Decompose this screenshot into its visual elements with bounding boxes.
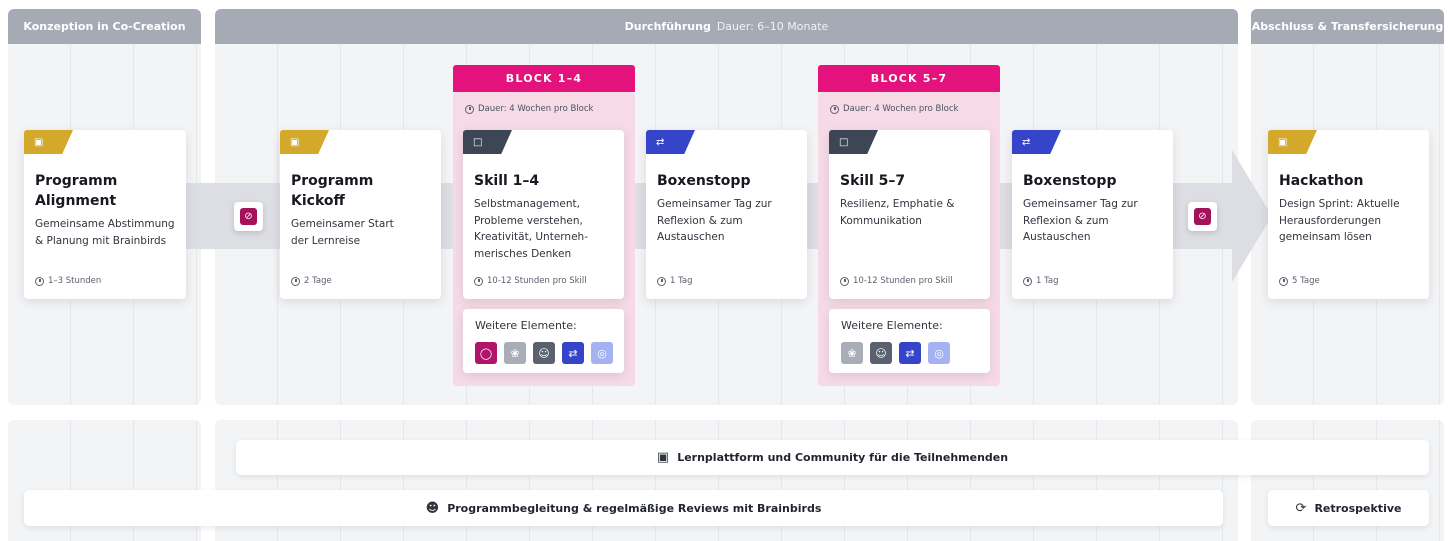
- card-duration-text: 2 Tage: [304, 276, 332, 286]
- card-duration-text: 1–3 Stunden: [48, 276, 102, 286]
- card-title: Skill 5–7: [840, 173, 906, 189]
- monitor-icon: □: [463, 130, 512, 154]
- card-description: Design Sprint: Aktuelle Herausforderunge…: [1279, 198, 1400, 243]
- phase-title: Konzeption in Co-Creation: [23, 20, 186, 33]
- further-elements-icons: ❀ ☺ ⇄ ◎: [841, 342, 950, 364]
- card-title: Boxenstopp: [1023, 173, 1117, 189]
- compass-icon: ⊘: [1194, 208, 1211, 225]
- card-title: Programm Kickoff: [291, 173, 374, 209]
- card-duration-text: 1 Tag: [1036, 276, 1059, 286]
- phase-duration: Dauer: 6–10 Monate: [716, 20, 829, 33]
- card-programm-alignment[interactable]: ▣ Programm Alignment Gemeinsame Abstimmu…: [24, 130, 186, 299]
- person-icon[interactable]: ☺: [533, 342, 555, 364]
- block-label: BLOCK 1–4: [453, 65, 635, 92]
- card-title: Programm Alignment: [35, 173, 118, 209]
- further-elements-label: Weitere Elemente:: [475, 319, 577, 332]
- users-icon: ☻: [425, 500, 440, 516]
- card-description: Resilienz, Emphatie & Kommunikation: [840, 198, 955, 227]
- programmbegleitung-label: Programmbegleitung & regelmäßige Reviews…: [447, 501, 822, 515]
- card-duration-text: 1 Tag: [670, 276, 693, 286]
- brain-icon[interactable]: ❀: [841, 342, 863, 364]
- block-label: BLOCK 5–7: [818, 65, 1000, 92]
- block-duration-text: Dauer: 4 Wochen pro Block: [478, 104, 594, 114]
- target-icon[interactable]: ◎: [928, 342, 950, 364]
- swap-icon: ⇄: [1012, 130, 1061, 154]
- chat-icon: ▣: [656, 450, 670, 465]
- programmbegleitung-bar[interactable]: ☻ Programmbegleitung & regelmäßige Revie…: [24, 490, 1223, 526]
- retrospektive-bar[interactable]: ⟳ Retrospektive: [1268, 490, 1429, 526]
- card-duration-text: 5 Tage: [1292, 276, 1320, 286]
- card-programm-kickoff[interactable]: ▣ Programm Kickoff Gemeinsamer Start der…: [280, 130, 441, 299]
- calendar-icon: ▣: [24, 130, 73, 154]
- card-duration: 10-12 Stunden pro Skill: [474, 276, 587, 286]
- further-elements-1: Weitere Elemente: ◯ ❀ ☺ ⇄ ◎: [463, 309, 624, 373]
- card-duration-text: 10-12 Stunden pro Skill: [487, 276, 587, 286]
- milestone-compass-1[interactable]: ⊘: [234, 202, 263, 231]
- lernplattform-label: Lernplattform und Community für die Teil…: [677, 451, 1009, 464]
- card-description: Selbstmanagement, Probleme verstehen, Kr…: [474, 198, 588, 260]
- card-duration: 1 Tag: [1023, 276, 1059, 286]
- card-duration: 2 Tage: [291, 276, 332, 286]
- swap-icon[interactable]: ⇄: [899, 342, 921, 364]
- phase-header-abschluss: Abschluss & Transfersicherung: [1251, 9, 1444, 44]
- card-boxenstopp-1[interactable]: ⇄ Boxenstopp Gemeinsamer Tag zur Reflexi…: [646, 130, 807, 299]
- compass-icon: ⊘: [240, 208, 257, 225]
- flow-arrowhead: [1232, 150, 1272, 282]
- swap-icon: ⇄: [646, 130, 695, 154]
- block-duration-text: Dauer: 4 Wochen pro Block: [843, 104, 959, 114]
- phase-header-konzeption: Konzeption in Co-Creation: [8, 9, 201, 44]
- refresh-icon: ⟳: [1295, 500, 1307, 516]
- card-boxenstopp-2[interactable]: ⇄ Boxenstopp Gemeinsamer Tag zur Reflexi…: [1012, 130, 1173, 299]
- card-duration: 1 Tag: [657, 276, 693, 286]
- card-title: Hackathon: [1279, 173, 1364, 189]
- card-duration: 1–3 Stunden: [35, 276, 101, 286]
- lightbulb-icon[interactable]: ◯: [475, 342, 497, 364]
- further-elements-2: Weitere Elemente: ❀ ☺ ⇄ ◎: [829, 309, 990, 373]
- card-duration: 5 Tage: [1279, 276, 1320, 286]
- clock-icon: [465, 104, 474, 114]
- phase-title: Abschluss & Transfersicherung: [1251, 20, 1444, 33]
- clock-icon: [291, 276, 300, 286]
- card-description: Gemeinsame Abstimmung & Planung mit Brai…: [35, 218, 175, 247]
- lernplattform-bar[interactable]: ▣ Lernplattform und Community für die Te…: [236, 440, 1429, 475]
- retrospektive-label: Retrospektive: [1314, 501, 1402, 515]
- clock-icon: [840, 276, 849, 286]
- clock-icon: [35, 276, 44, 286]
- person-icon[interactable]: ☺: [870, 342, 892, 364]
- block-duration: Dauer: 4 Wochen pro Block: [830, 104, 958, 114]
- further-elements-icons: ◯ ❀ ☺ ⇄ ◎: [475, 342, 613, 364]
- clock-icon: [1279, 276, 1288, 286]
- card-skill-1-4[interactable]: □ Skill 1–4 Selbstmanagement, Probleme v…: [463, 130, 624, 299]
- clock-icon: [657, 276, 666, 286]
- calendar-icon: ▣: [1268, 130, 1317, 154]
- phase-header-durchfuehrung: Durchführung Dauer: 6–10 Monate: [215, 9, 1238, 44]
- phase-title: Durchführung: [624, 20, 711, 33]
- card-skill-5-7[interactable]: □ Skill 5–7 Resilienz, Emphatie & Kommun…: [829, 130, 990, 299]
- block-duration: Dauer: 4 Wochen pro Block: [465, 104, 593, 114]
- target-icon[interactable]: ◎: [591, 342, 613, 364]
- card-duration-text: 10-12 Stunden pro Skill: [853, 276, 953, 286]
- card-description: Gemeinsamer Tag zur Reflexion & zum Aust…: [657, 198, 772, 243]
- card-description: Gemeinsamer Start der Lernreise: [291, 218, 394, 247]
- further-elements-label: Weitere Elemente:: [841, 319, 943, 332]
- card-description: Gemeinsamer Tag zur Reflexion & zum Aust…: [1023, 198, 1138, 243]
- card-duration: 10-12 Stunden pro Skill: [840, 276, 953, 286]
- swap-icon[interactable]: ⇄: [562, 342, 584, 364]
- milestone-compass-2[interactable]: ⊘: [1188, 202, 1217, 231]
- clock-icon: [1023, 276, 1032, 286]
- calendar-icon: ▣: [280, 130, 329, 154]
- clock-icon: [830, 104, 839, 114]
- brain-icon[interactable]: ❀: [504, 342, 526, 364]
- card-title: Skill 1–4: [474, 173, 540, 189]
- card-title: Boxenstopp: [657, 173, 751, 189]
- card-hackathon[interactable]: ▣ Hackathon Design Sprint: Aktuelle Hera…: [1268, 130, 1429, 299]
- monitor-icon: □: [829, 130, 878, 154]
- clock-icon: [474, 276, 483, 286]
